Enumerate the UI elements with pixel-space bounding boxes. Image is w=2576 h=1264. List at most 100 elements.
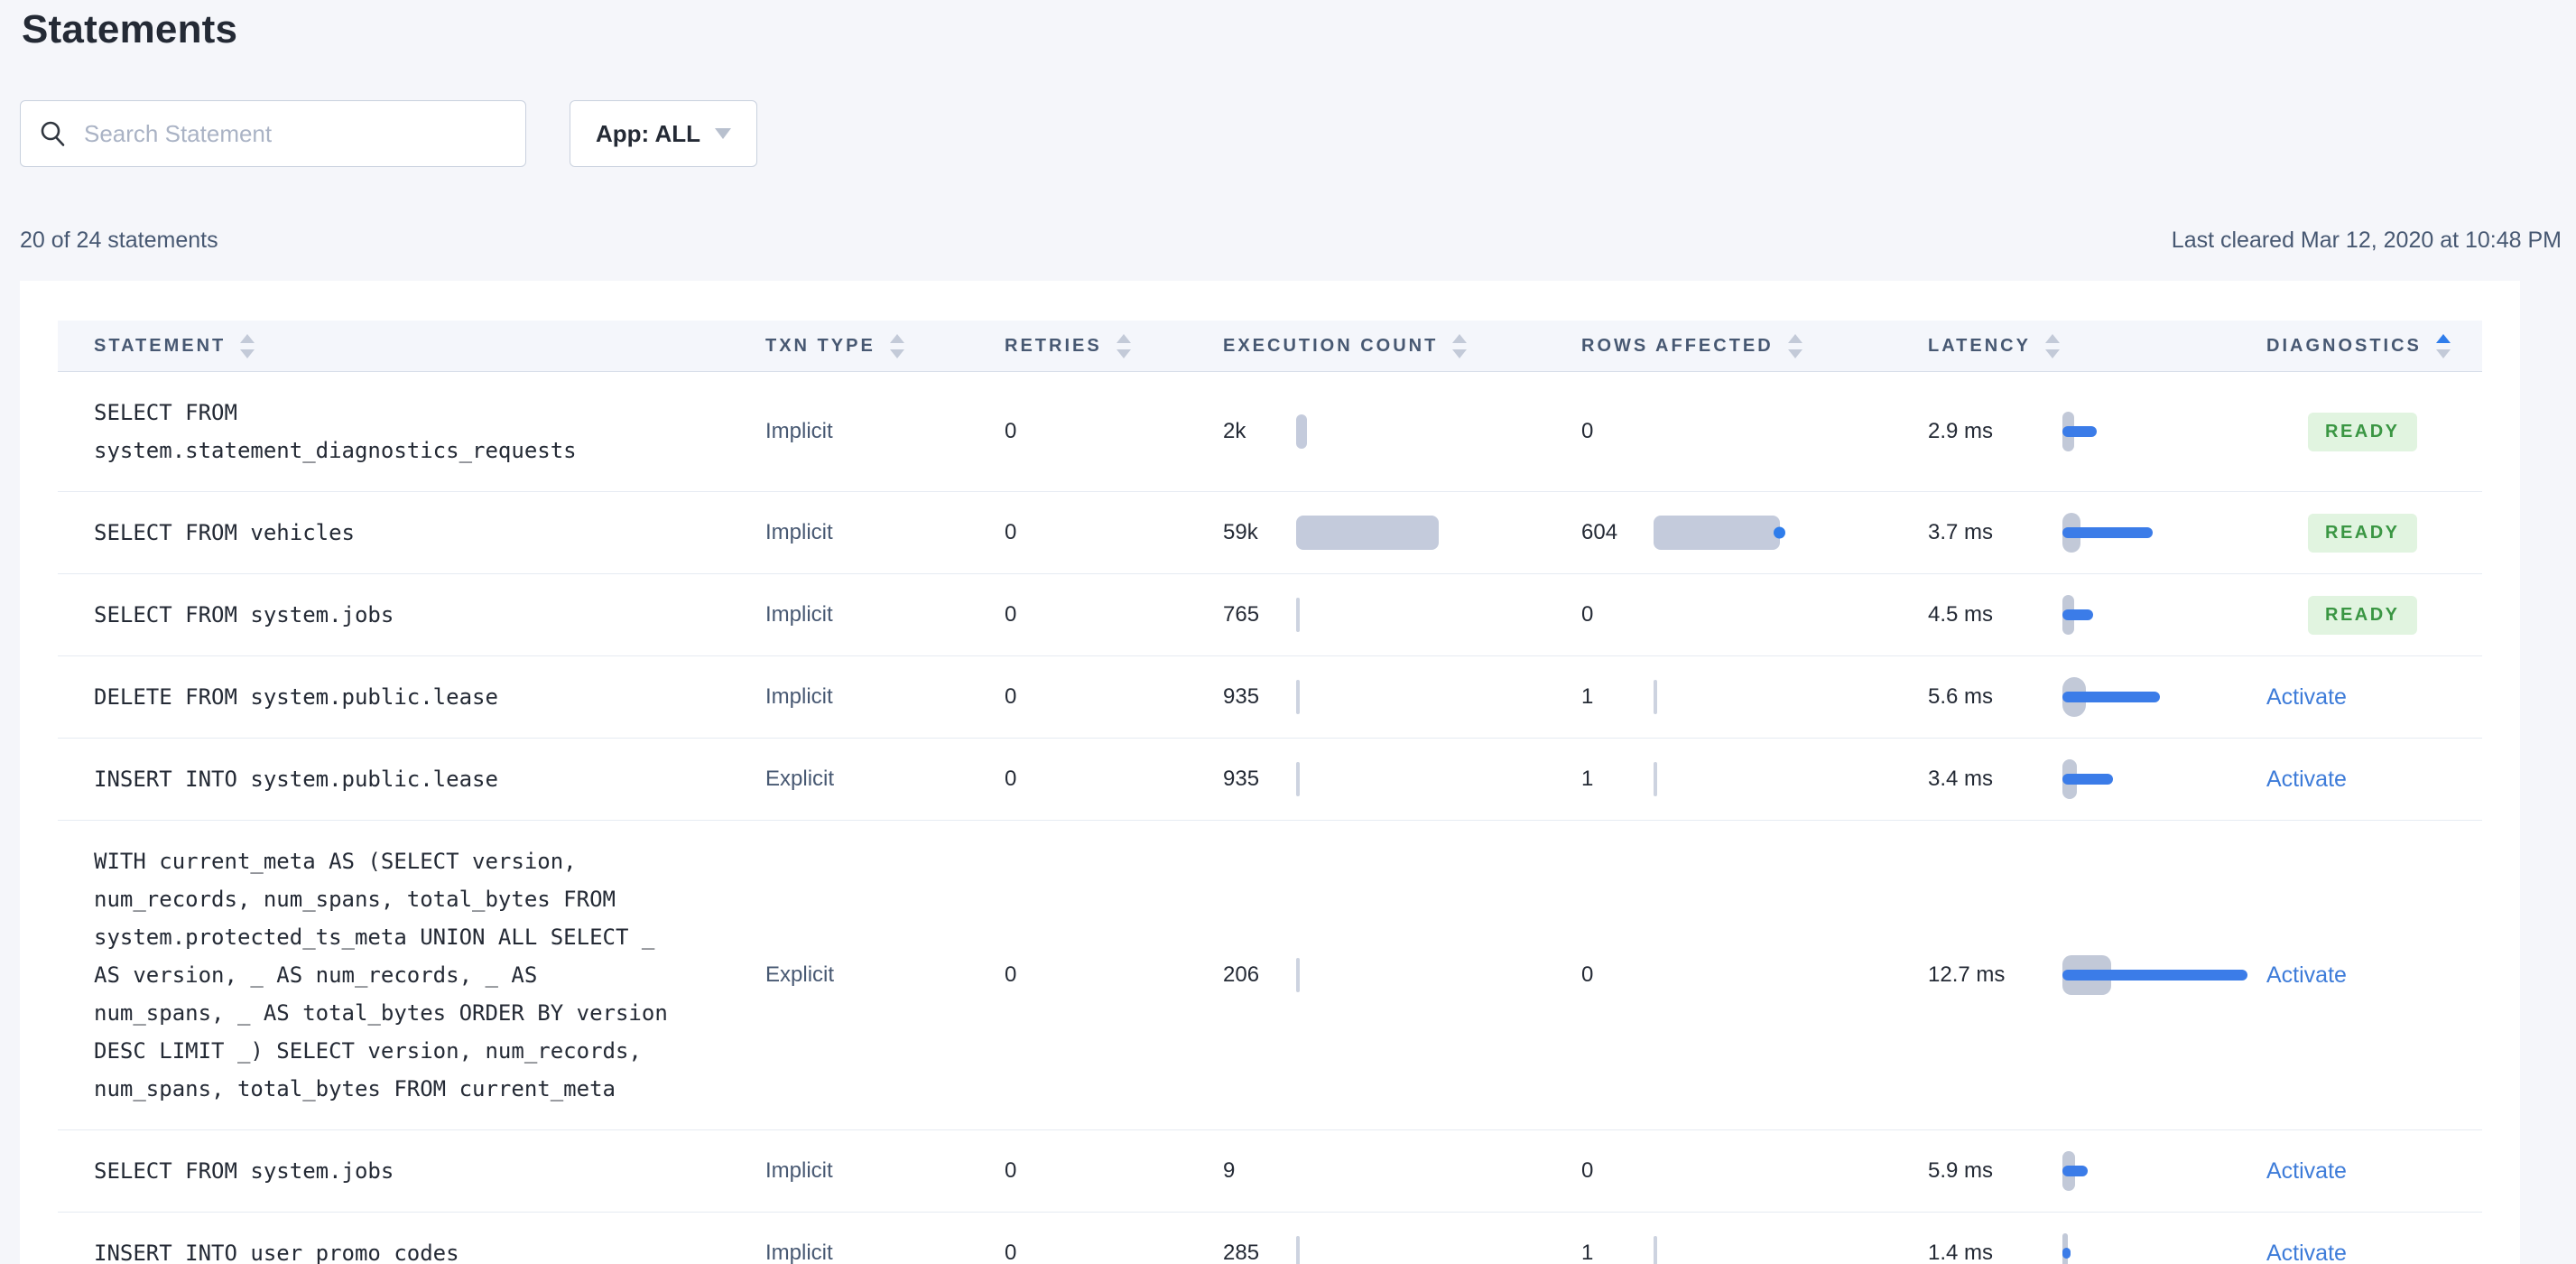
- latency-cell: 3.7 ms: [1928, 513, 2266, 553]
- latency-value: 1.4 ms: [1928, 1241, 1994, 1264]
- latency-value: 3.4 ms: [1928, 767, 1994, 791]
- rows-affected-value: 0: [1581, 962, 1594, 987]
- statement-cell: DELETE FROM system.public.lease: [58, 656, 765, 738]
- diagnostics-activate-link[interactable]: Activate: [2266, 962, 2347, 988]
- statement-text[interactable]: INSERT INTO user_promo_codes: [94, 1234, 677, 1264]
- diagnostics-activate-link[interactable]: Activate: [2266, 1241, 2347, 1264]
- diagnostics-cell: Activate: [2266, 1158, 2480, 1185]
- diagnostics-activate-link[interactable]: Activate: [2266, 767, 2347, 792]
- statement-cell: WITH current_meta AS (SELECT version, nu…: [58, 821, 765, 1129]
- diagnostics-activate-link[interactable]: Activate: [2266, 684, 2347, 710]
- execution-count-value: 59k: [1223, 520, 1258, 544]
- sort-desc-icon: [1787, 349, 1802, 358]
- latency-bar: [2062, 692, 2160, 702]
- column-header-label: DIAGNOSTICS: [2266, 335, 2422, 356]
- sort-control[interactable]: [2044, 333, 2060, 358]
- column-header-label: EXECUTION COUNT: [1223, 335, 1439, 356]
- statement-cell: SELECT FROM system.jobs: [58, 574, 765, 655]
- chevron-down-icon: [715, 128, 731, 139]
- rows-affected-cell: 0: [1581, 1151, 1928, 1191]
- execution-count-cell: 206: [1223, 955, 1581, 995]
- table-row: SELECT FROM system.statement_diagnostics…: [58, 372, 2482, 492]
- rows-affected-value: 1: [1581, 1241, 1594, 1264]
- sort-control[interactable]: [1116, 333, 1131, 358]
- value-dot-icon: [1774, 526, 1785, 539]
- retries-cell: 0: [1005, 1158, 1223, 1184]
- execution-count-value: 935: [1223, 684, 1260, 709]
- column-header-label: ROWS AFFECTED: [1581, 335, 1774, 356]
- column-header-diagnostics: DIAGNOSTICS: [2266, 333, 2480, 358]
- retries-value: 0: [1005, 684, 1017, 709]
- diagnostics-cell: Activate: [2266, 767, 2480, 793]
- table-row: WITH current_meta AS (SELECT version, nu…: [58, 821, 2482, 1130]
- sort-asc-icon: [2044, 333, 2060, 343]
- retries-value: 0: [1005, 520, 1017, 544]
- txn-type-cell: Explicit: [765, 962, 1005, 988]
- latency-bar-area: [2062, 513, 2266, 553]
- retries-cell: 0: [1005, 962, 1223, 988]
- statements-count: 20 of 24 statements: [20, 228, 218, 253]
- diagnostics-ready-badge[interactable]: READY: [2308, 412, 2417, 451]
- txn-type-value: Implicit: [765, 520, 833, 544]
- latency-cell: 5.9 ms: [1928, 1151, 2266, 1191]
- latency-bar: [2062, 527, 2153, 538]
- table-body: SELECT FROM system.statement_diagnostics…: [58, 372, 2482, 1264]
- sort-asc-icon: [240, 333, 255, 343]
- execution-count-cell: 9: [1223, 1151, 1581, 1191]
- txn-type-value: Implicit: [765, 1158, 833, 1183]
- retries-value: 0: [1005, 419, 1017, 443]
- sort-desc-icon: [889, 349, 904, 358]
- latency-value: 5.6 ms: [1928, 684, 1994, 709]
- sort-control[interactable]: [240, 333, 255, 358]
- statement-text[interactable]: WITH current_meta AS (SELECT version, nu…: [94, 842, 677, 1108]
- search-input[interactable]: [84, 119, 507, 148]
- rows-affected-bar: [1654, 677, 1928, 717]
- statement-cell: SELECT FROM vehicles: [58, 492, 765, 573]
- sort-asc-icon: [1116, 333, 1131, 343]
- latency-bar-area: [2062, 759, 2266, 799]
- column-header-label: LATENCY: [1928, 335, 2031, 356]
- latency-cell: 4.5 ms: [1928, 595, 2266, 635]
- latency-bar-area: [2062, 412, 2266, 451]
- latency-bar-area: [2062, 595, 2266, 635]
- execution-count-bar: [1296, 1233, 1581, 1264]
- value-bar: [1296, 958, 1300, 992]
- latency-cell: 2.9 ms: [1928, 412, 2266, 451]
- execution-count-cell: 59k: [1223, 513, 1581, 553]
- rows-affected-cell: 0: [1581, 412, 1928, 451]
- sort-control[interactable]: [1787, 333, 1802, 358]
- column-header-label: RETRIES: [1005, 335, 1102, 356]
- sort-desc-icon: [240, 349, 255, 358]
- retries-cell: 0: [1005, 684, 1223, 710]
- page-title: Statements: [22, 7, 238, 51]
- latency-cell: 5.6 ms: [1928, 677, 2266, 717]
- statement-text[interactable]: SELECT FROM system.statement_diagnostics…: [94, 394, 677, 469]
- diagnostics-activate-link[interactable]: Activate: [2266, 1158, 2347, 1184]
- statement-text[interactable]: SELECT FROM vehicles: [94, 514, 677, 552]
- txn-type-cell: Explicit: [765, 767, 1005, 792]
- diagnostics-ready-badge[interactable]: READY: [2308, 595, 2417, 635]
- sort-desc-icon: [2044, 349, 2060, 358]
- diagnostics-cell: READY: [2266, 513, 2480, 553]
- execution-count-cell: 765: [1223, 595, 1581, 635]
- rows-affected-bar: [1654, 513, 1928, 553]
- sort-control[interactable]: [889, 333, 904, 358]
- execution-count-cell: 285: [1223, 1233, 1581, 1264]
- sort-control[interactable]: [2435, 333, 2451, 358]
- sort-asc-icon: [2435, 333, 2451, 343]
- latency-bar: [2062, 1166, 2088, 1176]
- app-filter-dropdown[interactable]: App: ALL: [570, 100, 757, 167]
- statement-text[interactable]: SELECT FROM system.jobs: [94, 1152, 677, 1190]
- statement-text[interactable]: INSERT INTO system.public.lease: [94, 760, 677, 798]
- rows-affected-cell: 1: [1581, 759, 1928, 799]
- statement-text[interactable]: DELETE FROM system.public.lease: [94, 678, 677, 716]
- rows-affected-bar: [1654, 1151, 1928, 1191]
- sort-control[interactable]: [1452, 333, 1468, 358]
- rows-affected-value: 0: [1581, 602, 1594, 627]
- summary-row: 20 of 24 statements Last cleared Mar 12,…: [20, 228, 2562, 254]
- diagnostics-ready-badge[interactable]: READY: [2308, 513, 2417, 553]
- statement-text[interactable]: SELECT FROM system.jobs: [94, 596, 677, 634]
- diagnostics-cell: Activate: [2266, 1241, 2480, 1264]
- execution-count-value: 285: [1223, 1241, 1260, 1264]
- last-cleared-timestamp: Last cleared Mar 12, 2020 at 10:48 PM: [2171, 228, 2562, 253]
